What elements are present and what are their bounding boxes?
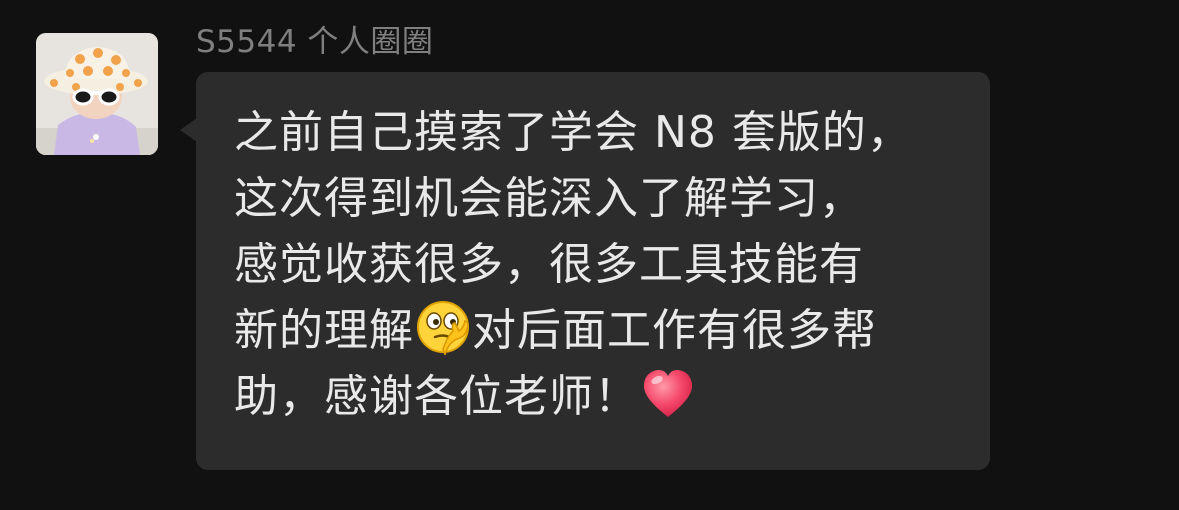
sender-name: S5544 个人圈圈 — [196, 24, 434, 60]
bubble-tail — [180, 118, 197, 142]
message-line-1: 之前自己摸索了学会 N8 套版的， — [234, 107, 912, 158]
message-text-segment: 新的理解 — [234, 305, 414, 356]
message-line-5: 助，感谢各位老师！ — [234, 364, 960, 430]
heart-emoji — [640, 365, 696, 421]
message-text-segment: 助，感谢各位老师！ — [234, 371, 639, 422]
message-line-3: 感觉收获很多，很多工具技能有 — [234, 239, 864, 290]
thinking-face-emoji — [415, 299, 471, 355]
message-bubble[interactable]: 之前自己摸索了学会 N8 套版的， 这次得到机会能深入了解学习， 感觉收获很多，… — [196, 72, 990, 470]
message-line-2: 这次得到机会能深入了解学习， — [234, 173, 864, 224]
avatar[interactable] — [36, 33, 158, 155]
avatar-photo — [36, 33, 158, 155]
message-line-4: 新的理解 对后面工作有很多帮 — [234, 298, 960, 364]
message-text-segment: 对后面工作有很多帮 — [472, 305, 877, 356]
